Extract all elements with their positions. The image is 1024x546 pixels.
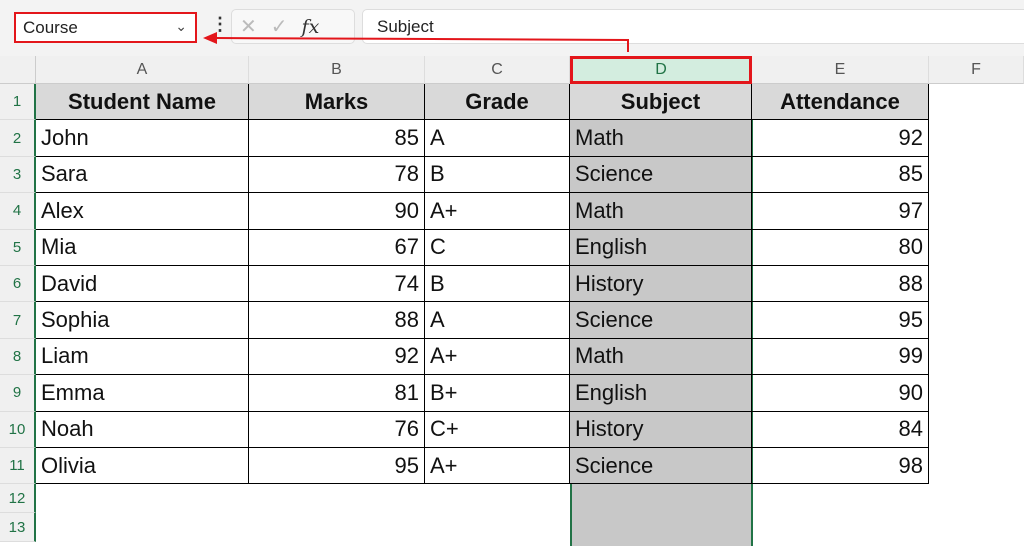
column-header-f[interactable]: F [929,56,1024,84]
table-cell[interactable]: Sophia [36,302,249,339]
table-cell[interactable]: English [570,229,752,266]
table-cell[interactable]: 95 [752,302,929,339]
column-header-d[interactable]: D [570,56,752,84]
table-cell[interactable]: Alex [36,193,249,230]
table-cell[interactable]: 95 [249,448,425,485]
table-cell[interactable]: 81 [249,375,425,412]
insert-function-icon[interactable]: fx [302,16,320,38]
table-cell[interactable]: Noah [36,411,249,448]
table-cell[interactable]: Science [570,448,752,485]
column-header-b[interactable]: B [249,56,425,84]
table-cell[interactable]: Science [570,156,752,194]
table-cell[interactable]: History [570,266,752,303]
table-cell[interactable]: C+ [425,411,570,448]
row-header[interactable]: 1 [0,84,36,121]
formula-buttons: ✕ ✓ fx [231,9,355,44]
table-cell[interactable]: A+ [425,193,570,230]
table-cell[interactable]: B [425,266,570,303]
row-header[interactable]: 3 [0,156,36,194]
row-header[interactable]: 5 [0,229,36,266]
table-cell[interactable]: 80 [752,229,929,266]
table-cell[interactable]: 90 [752,375,929,412]
row-header[interactable]: 7 [0,302,36,339]
table-cell[interactable]: A [425,120,570,157]
table-cell[interactable]: 92 [249,338,425,376]
row-header[interactable]: 9 [0,375,36,412]
table-cell[interactable]: Math [570,120,752,157]
row-header[interactable]: 8 [0,338,36,376]
column-header-e[interactable]: E [752,56,929,84]
table-cell[interactable]: 99 [752,338,929,376]
table-cell[interactable]: A+ [425,448,570,485]
table-cell[interactable]: 84 [752,411,929,448]
enter-icon[interactable]: ✓ [271,14,288,39]
more-options-icon[interactable]: ⋮ [211,14,229,35]
row-header[interactable]: 11 [0,448,36,485]
table-cell[interactable]: C [425,229,570,266]
table-cell[interactable]: 85 [752,156,929,194]
row-header[interactable]: 2 [0,120,36,157]
table-cell[interactable]: John [36,120,249,157]
row-header[interactable]: 4 [0,193,36,230]
name-box-value: Course [23,17,78,37]
row-header[interactable]: 10 [0,411,36,448]
column-header-a[interactable]: A [36,56,249,84]
table-cell[interactable]: 88 [249,302,425,339]
table-cell[interactable]: Math [570,193,752,230]
table-cell[interactable]: A+ [425,338,570,376]
cancel-icon[interactable]: ✕ [240,14,257,39]
table-cell[interactable]: 90 [249,193,425,230]
table-cell[interactable]: 88 [752,266,929,303]
table-cell[interactable]: 85 [249,120,425,157]
formula-input[interactable]: Subject [362,9,1024,44]
table-cell[interactable]: Sara [36,156,249,194]
table-cell[interactable]: History [570,411,752,448]
table-cell[interactable]: 67 [249,229,425,266]
row-header[interactable]: 13 [0,513,36,542]
column-header-c[interactable]: C [425,56,570,84]
row-header[interactable]: 12 [0,484,36,513]
table-cell[interactable]: Math [570,338,752,376]
select-all-button[interactable] [0,56,36,84]
table-cell[interactable]: Olivia [36,448,249,485]
chevron-down-icon[interactable]: ⌄ [175,18,187,35]
table-cell[interactable]: 92 [752,120,929,157]
header-cell[interactable]: Subject [570,84,752,121]
table-cell[interactable]: Emma [36,375,249,412]
table-cell[interactable]: 98 [752,448,929,485]
table-cell[interactable]: 97 [752,193,929,230]
header-cell[interactable]: Grade [425,84,570,121]
header-cell[interactable]: Attendance [752,84,929,121]
table-cell[interactable]: 76 [249,411,425,448]
table-cell[interactable]: 74 [249,266,425,303]
table-cell[interactable]: A [425,302,570,339]
table-cell[interactable]: 78 [249,156,425,194]
table-cell[interactable]: B [425,156,570,194]
table-cell[interactable]: Mia [36,229,249,266]
header-cell[interactable]: Marks [249,84,425,121]
table-cell[interactable]: B+ [425,375,570,412]
header-cell[interactable]: Student Name [36,84,249,121]
table-cell[interactable]: Liam [36,338,249,376]
row-header[interactable]: 6 [0,266,36,303]
table-cell[interactable]: Science [570,302,752,339]
name-box[interactable]: Course ⌄ [14,12,197,43]
table-cell[interactable]: David [36,266,249,303]
table-cell[interactable]: English [570,375,752,412]
